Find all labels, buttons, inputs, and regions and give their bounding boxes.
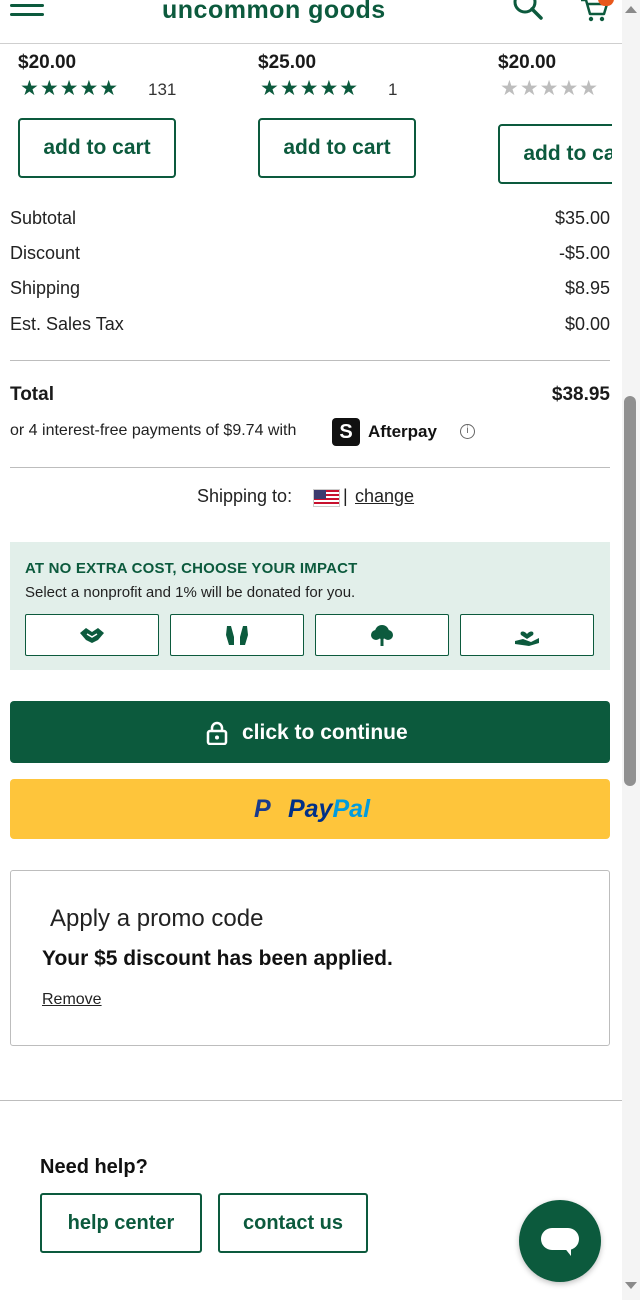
shipping-value: $8.95 xyxy=(564,278,610,298)
shipping-destination: Shipping to: | change xyxy=(0,486,622,512)
shipping-to-label: Shipping to: xyxy=(197,486,293,506)
divider xyxy=(0,1100,622,1101)
paypal-pay-text: Pay xyxy=(288,795,333,823)
scroll-thumb[interactable] xyxy=(624,396,636,786)
change-destination-link[interactable]: change xyxy=(355,486,414,507)
total-value: $38.95 xyxy=(551,384,610,405)
chat-bubble xyxy=(541,1228,579,1250)
shipping-row: Shipping $8.95 xyxy=(10,278,610,302)
site-logo[interactable]: uncommon goods xyxy=(162,0,386,25)
impact-title: AT NO EXTRA COST, CHOOSE YOUR IMPACT xyxy=(25,560,358,577)
continue-label: click to continue xyxy=(242,721,408,744)
paypal-checkout-button[interactable]: P PayPal xyxy=(10,779,610,839)
product-card: $20.00 ★★★★★ 131 add to cart xyxy=(18,44,218,190)
add-to-cart-button[interactable]: add to cart xyxy=(18,118,176,178)
total-label: Total xyxy=(10,384,54,405)
add-to-cart-button[interactable]: add to cart xyxy=(498,124,612,184)
subtotal-label: Subtotal xyxy=(10,208,77,228)
info-icon[interactable]: i xyxy=(460,424,475,439)
impact-subtitle: Select a nonprofit and 1% will be donate… xyxy=(25,584,356,601)
chat-bubble-tail xyxy=(563,1246,571,1256)
paypal-pal-text: Pal xyxy=(332,795,371,823)
raised-hands-icon xyxy=(226,626,248,645)
product-card: $25.00 ★★★★★ 1 add to cart xyxy=(258,44,458,190)
tree-icon xyxy=(371,625,393,646)
divider xyxy=(10,467,610,468)
review-count[interactable]: 131 xyxy=(148,80,176,100)
divider xyxy=(10,360,610,361)
tree-icon[interactable] xyxy=(315,614,449,656)
us-flag-icon xyxy=(313,489,340,507)
review-count[interactable]: 1 xyxy=(388,80,397,100)
help-title: Need help? xyxy=(40,1156,148,1178)
continue-checkout-button[interactable]: click to continue xyxy=(10,701,610,763)
product-price: $20.00 xyxy=(18,52,77,73)
scrollbar[interactable] xyxy=(622,0,640,1300)
handshake-icon xyxy=(80,628,104,643)
site-header: uncommon goods xyxy=(0,0,622,44)
discount-value: -$5.00 xyxy=(558,243,610,263)
total-row: Total $38.95 xyxy=(10,384,610,410)
afterpay-installments: or 4 interest-free payments of $9.74 wit… xyxy=(10,418,610,446)
tax-label: Est. Sales Tax xyxy=(10,314,124,334)
add-to-cart-button[interactable]: add to cart xyxy=(258,118,416,178)
search-icon[interactable] xyxy=(510,0,546,24)
afterpay-brand: Afterpay xyxy=(368,422,437,441)
product-price: $25.00 xyxy=(258,52,317,73)
promo-title[interactable]: Apply a promo code xyxy=(50,905,263,933)
scroll-down-icon[interactable] xyxy=(625,1282,637,1289)
impact-selector: AT NO EXTRA COST, CHOOSE YOUR IMPACT Sel… xyxy=(10,542,610,670)
star-rating: ★★★★★ xyxy=(500,77,600,100)
star-rating: ★★★★★ xyxy=(20,77,120,100)
promo-applied-message: Your $5 discount has been applied. xyxy=(42,947,393,970)
lock-icon xyxy=(206,721,228,745)
help-center-button[interactable]: help center xyxy=(40,1193,202,1253)
shipping-label: Shipping xyxy=(10,278,81,298)
product-card: $20.00 ★★★★★ add to cart xyxy=(498,44,612,190)
chat-icon[interactable] xyxy=(519,1200,601,1282)
discount-label: Discount xyxy=(10,243,81,263)
paypal-wordmark: PayPal xyxy=(288,795,370,824)
promo-code-panel: Apply a promo code Your $5 discount has … xyxy=(10,870,610,1046)
afterpay-text: or 4 interest-free payments of $9.74 wit… xyxy=(10,422,297,439)
subtotal-row: Subtotal $35.00 xyxy=(10,208,610,232)
recommended-products-carousel: $20.00 ★★★★★ 131 add to cart $25.00 ★★★★… xyxy=(0,44,612,190)
contact-us-button[interactable]: contact us xyxy=(218,1193,368,1253)
heart-in-hand-icon xyxy=(515,631,539,646)
remove-promo-link[interactable]: Remove xyxy=(42,991,102,1009)
hamburger-menu-icon[interactable] xyxy=(10,4,44,22)
subtotal-value: $35.00 xyxy=(554,208,610,228)
tax-value: $0.00 xyxy=(564,314,610,334)
heart-in-hand-icon[interactable] xyxy=(460,614,594,656)
discount-row: Discount -$5.00 xyxy=(10,243,610,267)
afterpay-logo-icon: S xyxy=(332,418,360,446)
paypal-logo-icon: P xyxy=(254,795,271,823)
product-price: $20.00 xyxy=(498,52,557,73)
separator: | xyxy=(343,486,348,506)
scroll-up-icon[interactable] xyxy=(625,6,637,13)
raised-hands-icon[interactable] xyxy=(170,614,304,656)
star-rating: ★★★★★ xyxy=(260,77,360,100)
handshake-icon[interactable] xyxy=(25,614,159,656)
tax-row: Est. Sales Tax $0.00 xyxy=(10,314,610,338)
